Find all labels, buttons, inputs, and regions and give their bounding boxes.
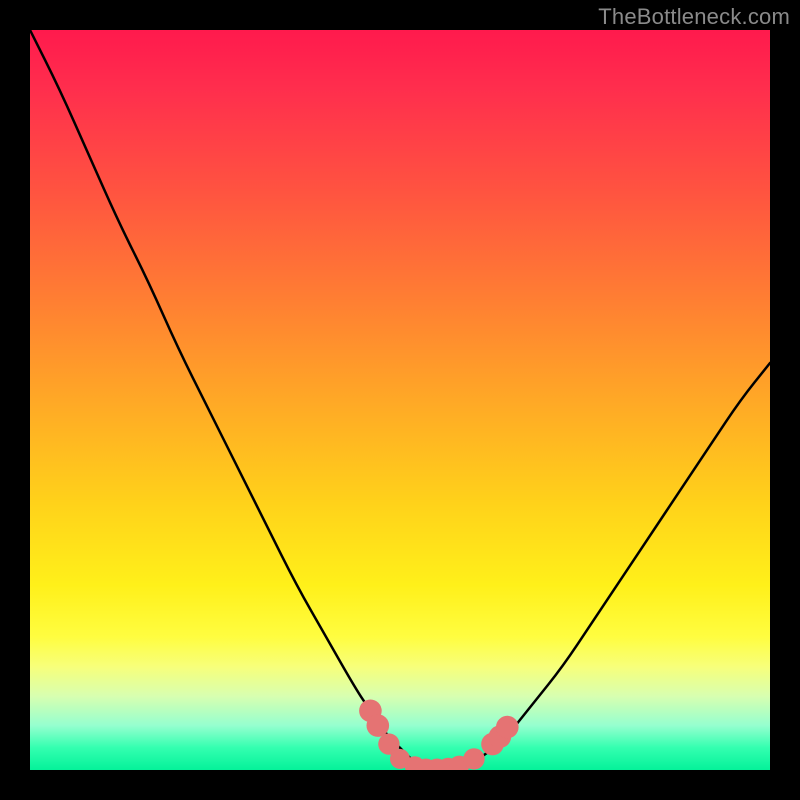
marker-points-group [359,700,518,771]
bottleneck-curve [30,30,770,770]
chart-svg [30,30,770,770]
marker-point [463,748,484,769]
marker-point [496,716,519,739]
plot-area [30,30,770,770]
watermark-text: TheBottleneck.com [598,4,790,30]
chart-frame: TheBottleneck.com [0,0,800,800]
marker-point [367,714,390,737]
